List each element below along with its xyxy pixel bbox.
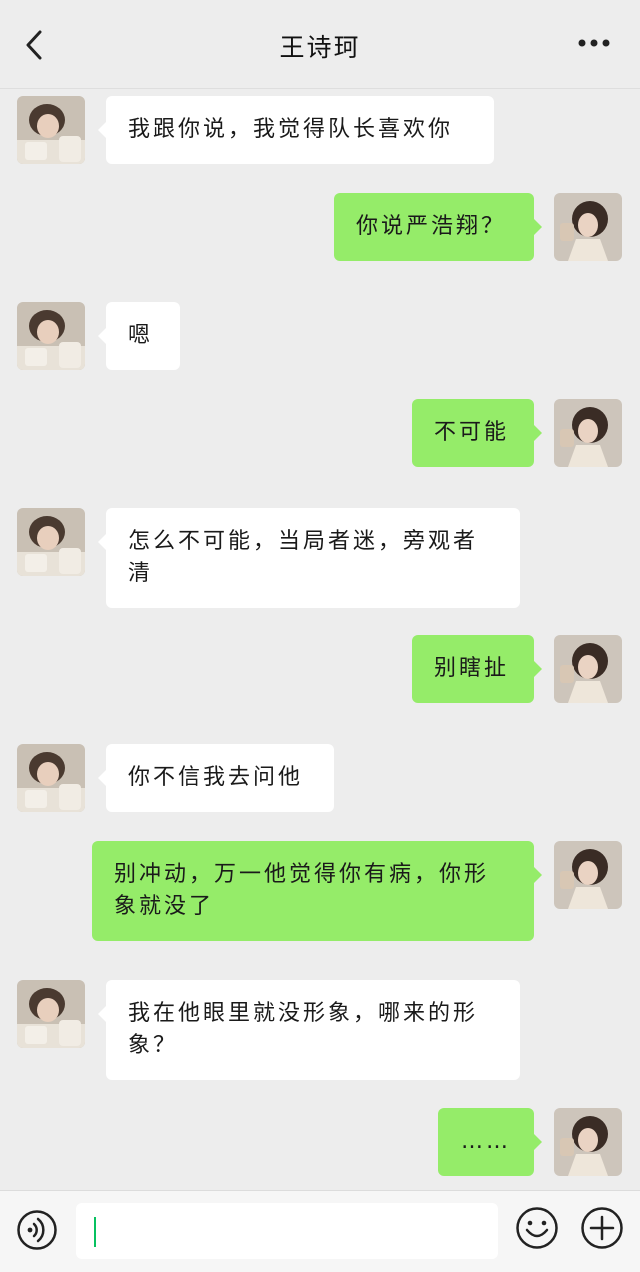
message-bubble[interactable]: 你说严浩翔？: [334, 193, 542, 261]
avatar-contact[interactable]: [17, 302, 85, 370]
message-bubble[interactable]: 怎么不可能，当局者迷，旁观者清: [98, 508, 520, 608]
message-bubble[interactable]: 别冲动，万一他觉得你有病，你形象就没了: [92, 841, 542, 941]
message-bubble[interactable]: 别瞎扯: [412, 635, 542, 703]
chat-header: 王诗珂: [0, 0, 640, 89]
plus-icon[interactable]: [580, 1206, 624, 1250]
input-bar: [0, 1190, 640, 1272]
more-dots-icon[interactable]: [578, 38, 610, 48]
avatar-contact[interactable]: [17, 744, 85, 812]
avatar-contact[interactable]: [17, 508, 85, 576]
message-list[interactable]: 我跟你说，我觉得队长喜欢你 你说严浩翔？ 嗯 不可能 怎么不可能，当局者迷，旁观…: [0, 88, 640, 1190]
chat-title: 王诗珂: [279, 33, 361, 62]
message-bubble[interactable]: 你不信我去问他: [98, 744, 334, 812]
text-cursor: [94, 1217, 96, 1247]
avatar-self[interactable]: [554, 193, 622, 261]
message-bubble[interactable]: 我跟你说，我觉得队长喜欢你: [98, 96, 494, 164]
message-bubble[interactable]: 嗯: [98, 302, 180, 370]
avatar-self[interactable]: [554, 841, 622, 909]
message-input[interactable]: [76, 1203, 498, 1259]
avatar-self[interactable]: [554, 399, 622, 467]
emoji-icon[interactable]: [515, 1206, 559, 1250]
avatar-self[interactable]: [554, 1108, 622, 1176]
message-bubble[interactable]: ……: [438, 1108, 542, 1176]
avatar-contact[interactable]: [17, 96, 85, 164]
message-bubble[interactable]: 不可能: [412, 399, 542, 467]
avatar-contact[interactable]: [17, 980, 85, 1048]
avatar-self[interactable]: [554, 635, 622, 703]
voice-icon[interactable]: [16, 1209, 58, 1251]
message-bubble[interactable]: 我在他眼里就没形象，哪来的形象？: [98, 980, 520, 1080]
